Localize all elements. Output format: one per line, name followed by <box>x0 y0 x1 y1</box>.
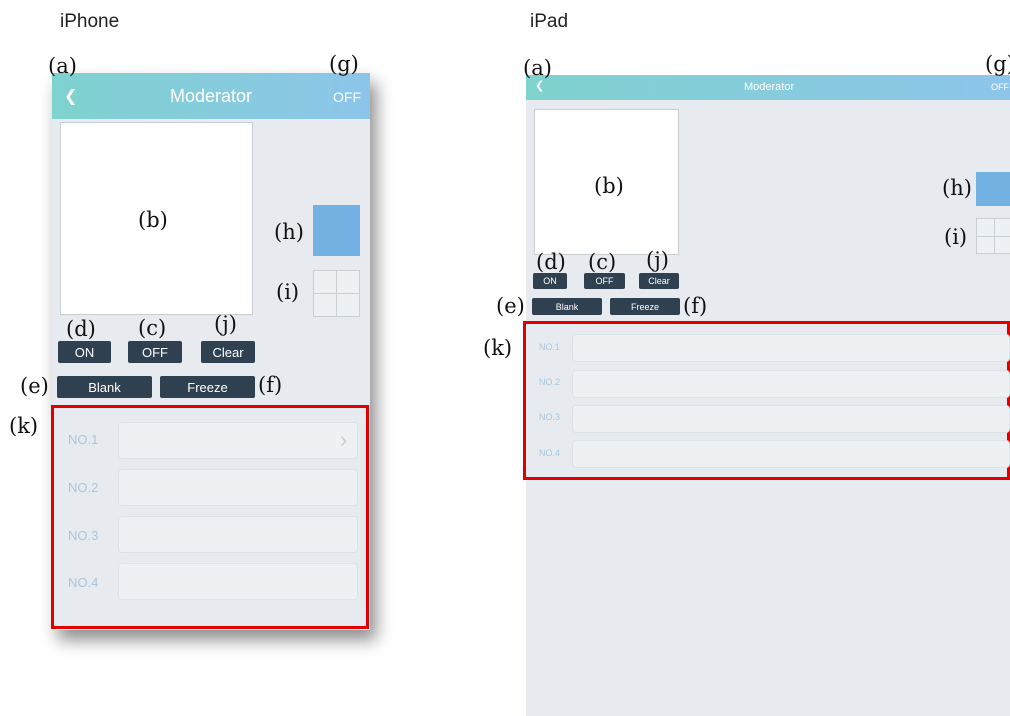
annotation-i: (i) <box>276 280 300 304</box>
annotation-b: (b) <box>594 174 624 198</box>
annotation-i: (i) <box>944 225 968 249</box>
ipad-color-swatch[interactable] <box>976 172 1010 206</box>
annotation-c: (c) <box>588 250 617 274</box>
ipad-row-field[interactable] <box>572 440 1010 468</box>
iphone-row-field[interactable] <box>118 516 358 553</box>
ipad-row-label: NO.2 <box>539 377 561 387</box>
iphone-color-swatch[interactable] <box>313 205 360 256</box>
iphone-freeze-button[interactable]: Freeze <box>160 376 255 398</box>
annotation-d: (d) <box>66 317 96 341</box>
grid-cell[interactable] <box>314 271 336 293</box>
annotation-a: (a) <box>523 56 552 80</box>
annotation-h: (h) <box>274 220 304 244</box>
ipad-on-button[interactable]: ON <box>533 273 567 289</box>
ipad-title: iPad <box>530 11 569 32</box>
iphone-blank-button[interactable]: Blank <box>57 376 152 398</box>
annotation-h: (h) <box>942 176 972 200</box>
iphone-row-field[interactable] <box>118 469 358 506</box>
annotation-c: (c) <box>138 316 167 340</box>
iphone-row-label: NO.2 <box>68 480 99 495</box>
annotation-g: (g) <box>329 52 359 76</box>
iphone-nav-title: Moderator <box>170 86 253 106</box>
annotation-e: (e) <box>20 374 49 398</box>
grid-cell[interactable] <box>337 294 359 316</box>
annotation-j: (j) <box>214 312 237 336</box>
iphone-split-grid[interactable] <box>313 270 360 317</box>
ipad-off-button[interactable]: OFF <box>584 273 625 289</box>
back-icon[interactable]: ❮ <box>64 86 77 106</box>
ipad-row-field[interactable] <box>572 370 1010 398</box>
annotation-g: (g) <box>985 52 1010 76</box>
ipad-split-grid[interactable] <box>976 218 1010 254</box>
annotation-f: (f) <box>683 294 708 318</box>
iphone-clear-button[interactable]: Clear <box>201 341 255 363</box>
annotation-b: (b) <box>138 208 168 232</box>
ipad-status-toggle[interactable]: OFF <box>991 82 1009 92</box>
annotation-d: (d) <box>536 250 566 274</box>
iphone-row-label: NO.1 <box>68 432 99 447</box>
annotation-a: (a) <box>48 54 77 78</box>
annotation-k: (k) <box>483 336 513 360</box>
ipad-row-label: NO.3 <box>539 412 561 422</box>
iphone-status-toggle[interactable]: OFF <box>333 89 361 105</box>
grid-cell[interactable] <box>977 236 994 253</box>
iphone-on-button[interactable]: ON <box>58 341 111 363</box>
grid-cell[interactable] <box>994 219 1010 236</box>
ipad-row-label: NO.1 <box>539 342 561 352</box>
iphone-off-button[interactable]: OFF <box>128 341 182 363</box>
annotation-k: (k) <box>9 414 39 438</box>
grid-cell[interactable] <box>977 219 994 236</box>
grid-cell[interactable] <box>314 294 336 316</box>
iphone-row-field[interactable] <box>118 563 358 600</box>
ipad-row-field[interactable] <box>572 405 1010 433</box>
iphone-row-label: NO.4 <box>68 575 99 590</box>
ipad-row-field[interactable] <box>572 334 1010 362</box>
ipad-nav-title: Moderator <box>744 81 795 93</box>
ipad-row-label: NO.4 <box>539 448 561 458</box>
ipad-clear-button[interactable]: Clear <box>639 273 679 289</box>
annotation-f: (f) <box>258 373 283 397</box>
annotation-j: (j) <box>646 248 669 272</box>
grid-cell[interactable] <box>337 271 359 293</box>
iphone-row-field[interactable] <box>118 422 358 459</box>
ipad-blank-button[interactable]: Blank <box>532 298 602 315</box>
chevron-right-icon[interactable]: › <box>340 427 347 453</box>
back-icon[interactable]: ❮ <box>535 79 544 92</box>
iphone-row-label: NO.3 <box>68 528 99 543</box>
grid-cell[interactable] <box>994 236 1010 253</box>
iphone-title: iPhone <box>60 11 120 32</box>
annotation-e: (e) <box>496 294 525 318</box>
ipad-freeze-button[interactable]: Freeze <box>610 298 680 315</box>
